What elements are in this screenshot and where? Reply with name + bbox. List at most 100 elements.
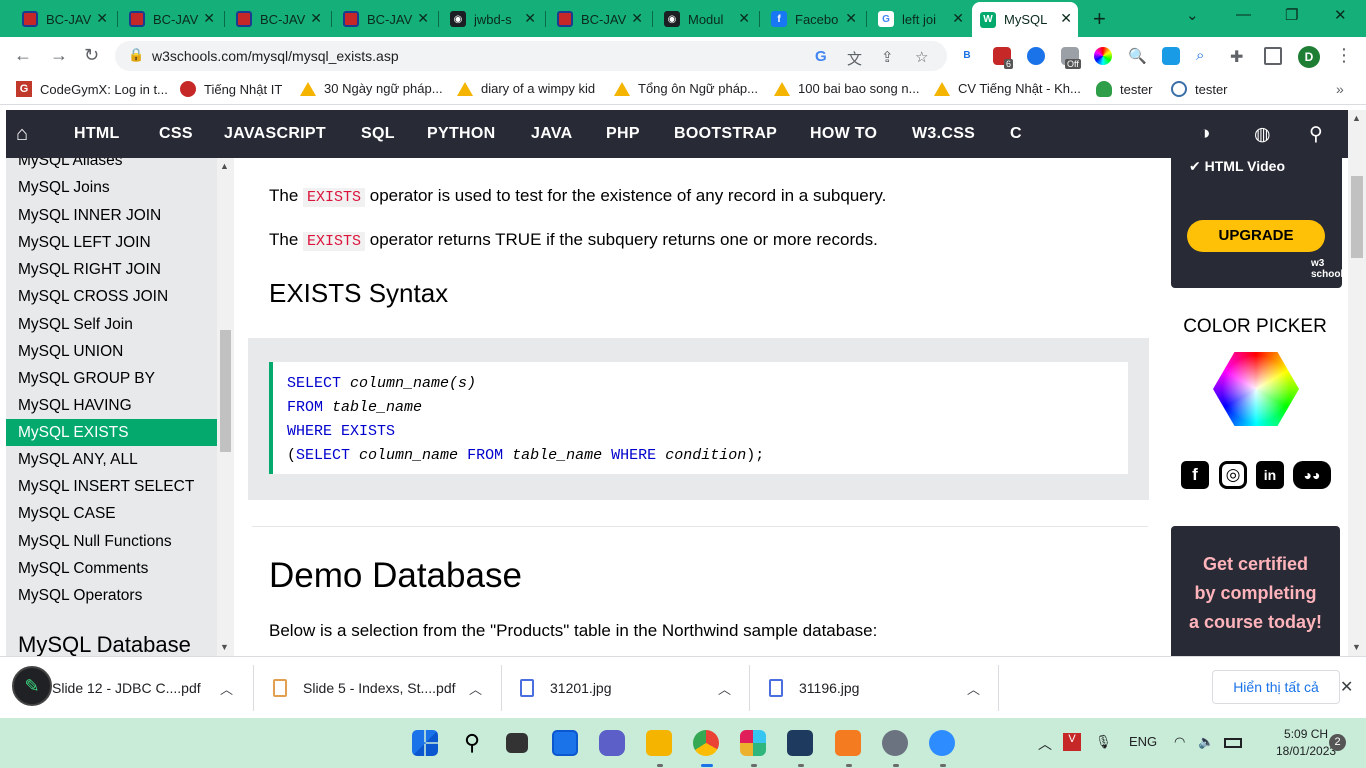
sidebar-item-insert-select[interactable]: MySQL INSERT SELECT — [6, 473, 217, 500]
globe-icon[interactable]: ◍ — [1254, 123, 1271, 146]
browser-tab[interactable]: f Facebo ✕ — [763, 5, 863, 33]
teams-chat-icon[interactable] — [599, 730, 625, 756]
bookmark-item[interactable]: 30 Ngày ngữ pháp... — [300, 81, 443, 96]
chevron-up-icon[interactable]: ︿ — [469, 679, 482, 698]
download-item[interactable]: 31196.jpg ︿ — [769, 657, 980, 719]
slack-icon[interactable] — [740, 730, 766, 756]
task-view-icon[interactable] — [506, 733, 528, 753]
sidebar-item-self-join[interactable]: MySQL Self Join — [6, 311, 217, 338]
nav-link-python[interactable]: PYTHON — [427, 125, 495, 143]
microphone-icon[interactable]: 🎙 — [1095, 734, 1112, 750]
nav-link-html[interactable]: HTML — [74, 125, 120, 143]
search-extension-icon[interactable]: ⌕ — [1196, 47, 1214, 65]
scroll-up-icon[interactable]: ▲ — [1352, 113, 1361, 123]
start-icon[interactable] — [412, 730, 438, 756]
discord-icon[interactable]: ◕◕ — [1293, 461, 1331, 489]
clock[interactable]: 5:09 CH 18/01/2023 — [1276, 726, 1336, 760]
shazam-extension-icon[interactable] — [1027, 47, 1045, 65]
minimize-button[interactable]: — — [1236, 6, 1251, 23]
v-tray-icon[interactable]: V — [1063, 733, 1081, 751]
nav-link-bootstrap[interactable]: BOOTSTRAP — [674, 125, 777, 143]
settings-icon[interactable] — [882, 730, 908, 756]
chrome-icon[interactable] — [693, 730, 719, 756]
sidebar-item-comments[interactable]: MySQL Comments — [6, 555, 217, 582]
browser-tab[interactable]: BC-JAV ✕ — [14, 5, 114, 33]
translate-icon[interactable]: 文 — [847, 48, 862, 69]
sidebar-scrollbar[interactable]: ▲ ▼ — [217, 158, 234, 656]
bookmark-item[interactable]: tester — [1096, 81, 1153, 97]
reload-button[interactable]: ↻ — [84, 45, 99, 66]
nav-link-w3css[interactable]: W3.CSS — [912, 125, 975, 143]
close-download-bar-icon[interactable]: ✕ — [1340, 677, 1353, 697]
close-tab-icon[interactable]: ✕ — [96, 10, 108, 27]
close-tab-icon[interactable]: ✕ — [845, 10, 857, 27]
url-text[interactable]: w3schools.com/mysql/mysql_exists.asp — [152, 48, 399, 64]
sidebar-item-aliases[interactable]: MySQL Aliases — [6, 158, 217, 174]
bookmark-item[interactable]: 100 bai bao song n... — [774, 81, 919, 96]
bookmark-item[interactable]: CV Tiếng Nhật - Kh... — [934, 81, 1081, 96]
browser-tab[interactable]: BC-JAV ✕ — [549, 5, 649, 33]
instagram-icon[interactable]: ◎ — [1219, 461, 1247, 489]
menu-icon[interactable]: ⋮ — [1335, 45, 1353, 66]
close-tab-icon[interactable]: ✕ — [417, 10, 429, 27]
battery-icon[interactable] — [1224, 738, 1242, 748]
sidebar-item-operators[interactable]: MySQL Operators — [6, 582, 217, 609]
download-item[interactable]: Slide 12 - JDBC C....pdf ︿ — [52, 657, 233, 719]
sidebar-item-null-functions[interactable]: MySQL Null Functions — [6, 528, 217, 555]
sidebar-item-case[interactable]: MySQL CASE — [6, 500, 217, 527]
close-tab-icon[interactable]: ✕ — [738, 10, 750, 27]
close-tab-icon[interactable]: ✕ — [1060, 10, 1072, 27]
tab-search-icon[interactable]: ⌄ — [1186, 6, 1199, 24]
browser-tab[interactable]: ◉ jwbd-s ✕ — [442, 5, 542, 33]
extensions-puzzle-icon[interactable]: ✚ — [1230, 47, 1248, 66]
scroll-down-icon[interactable]: ▼ — [220, 642, 229, 652]
bookmark-item[interactable]: Tiếng Nhật IT — [180, 81, 282, 97]
sidebar-item-inner-join[interactable]: MySQL INNER JOIN — [6, 202, 217, 229]
chevron-up-icon[interactable]: ︿ — [718, 679, 731, 698]
restore-button[interactable]: ❐ — [1285, 6, 1298, 24]
close-tab-icon[interactable]: ✕ — [310, 10, 322, 27]
close-window-button[interactable]: ✕ — [1334, 6, 1347, 24]
sidebar-item-cross-join[interactable]: MySQL CROSS JOIN — [6, 283, 217, 310]
widgets-icon[interactable] — [552, 730, 578, 756]
google-lens-icon[interactable]: G — [815, 48, 827, 65]
forward-button[interactable]: → — [50, 45, 68, 66]
browser-tab[interactable]: ◉ Modul ✕ — [656, 5, 756, 33]
home-icon[interactable]: ⌂ — [16, 123, 28, 146]
sidebar-item-union[interactable]: MySQL UNION — [6, 338, 217, 365]
notification-badge[interactable]: 2 — [1329, 734, 1346, 751]
sidebar-item-group-by[interactable]: MySQL GROUP BY — [6, 365, 217, 392]
sidebar-item-any-all[interactable]: MySQL ANY, ALL — [6, 446, 217, 473]
nav-link-c[interactable]: C — [1010, 125, 1022, 143]
volume-icon[interactable]: 🔈 — [1198, 734, 1214, 750]
nav-link-css[interactable]: CSS — [159, 125, 193, 143]
browser-tab[interactable]: Gleft joi ✕ — [870, 5, 970, 33]
sidebar-item-right-join[interactable]: MySQL RIGHT JOIN — [6, 256, 217, 283]
sidebar-item-exists[interactable]: MySQL EXISTS — [6, 419, 217, 446]
color-picker-extension-icon[interactable] — [1094, 47, 1112, 65]
sidebar-item-joins[interactable]: MySQL Joins — [6, 174, 217, 201]
language-indicator[interactable]: ENG — [1129, 734, 1157, 749]
sidebar-scroll-thumb[interactable] — [220, 330, 231, 452]
file-explorer-icon[interactable] — [646, 730, 672, 756]
dark-mode-icon[interactable]: ◑ — [1199, 123, 1210, 145]
sidebar-item-left-join[interactable]: MySQL LEFT JOIN — [6, 229, 217, 256]
browser-tab[interactable]: BC-JAV ✕ — [121, 5, 221, 33]
mysql-workbench-icon[interactable] — [787, 730, 813, 756]
close-tab-icon[interactable]: ✕ — [203, 10, 215, 27]
sidebar-item-having[interactable]: MySQL HAVING — [6, 392, 217, 419]
upgrade-button[interactable]: UPGRADE — [1187, 220, 1325, 252]
pdf-reader-icon[interactable] — [835, 730, 861, 756]
bookmark-item[interactable]: diary of a wimpy kid — [457, 81, 595, 96]
zoom-icon[interactable] — [929, 730, 955, 756]
b-extension-icon[interactable]: B — [958, 47, 976, 65]
page-scroll-thumb[interactable] — [1351, 176, 1363, 258]
facebook-icon[interactable]: f — [1181, 461, 1209, 489]
new-tab-button[interactable]: + — [1093, 6, 1106, 32]
download-item[interactable]: Slide 5 - Indexs, St....pdf ︿ — [273, 657, 482, 719]
side-panel-icon[interactable] — [1264, 47, 1282, 65]
bookmark-star-icon[interactable]: ☆ — [915, 48, 928, 66]
browser-tab[interactable]: BC-JAV ✕ — [228, 5, 328, 33]
browser-tab-active[interactable]: W MySQL ✕ — [972, 2, 1078, 37]
nav-link-java[interactable]: JAVA — [531, 125, 573, 143]
